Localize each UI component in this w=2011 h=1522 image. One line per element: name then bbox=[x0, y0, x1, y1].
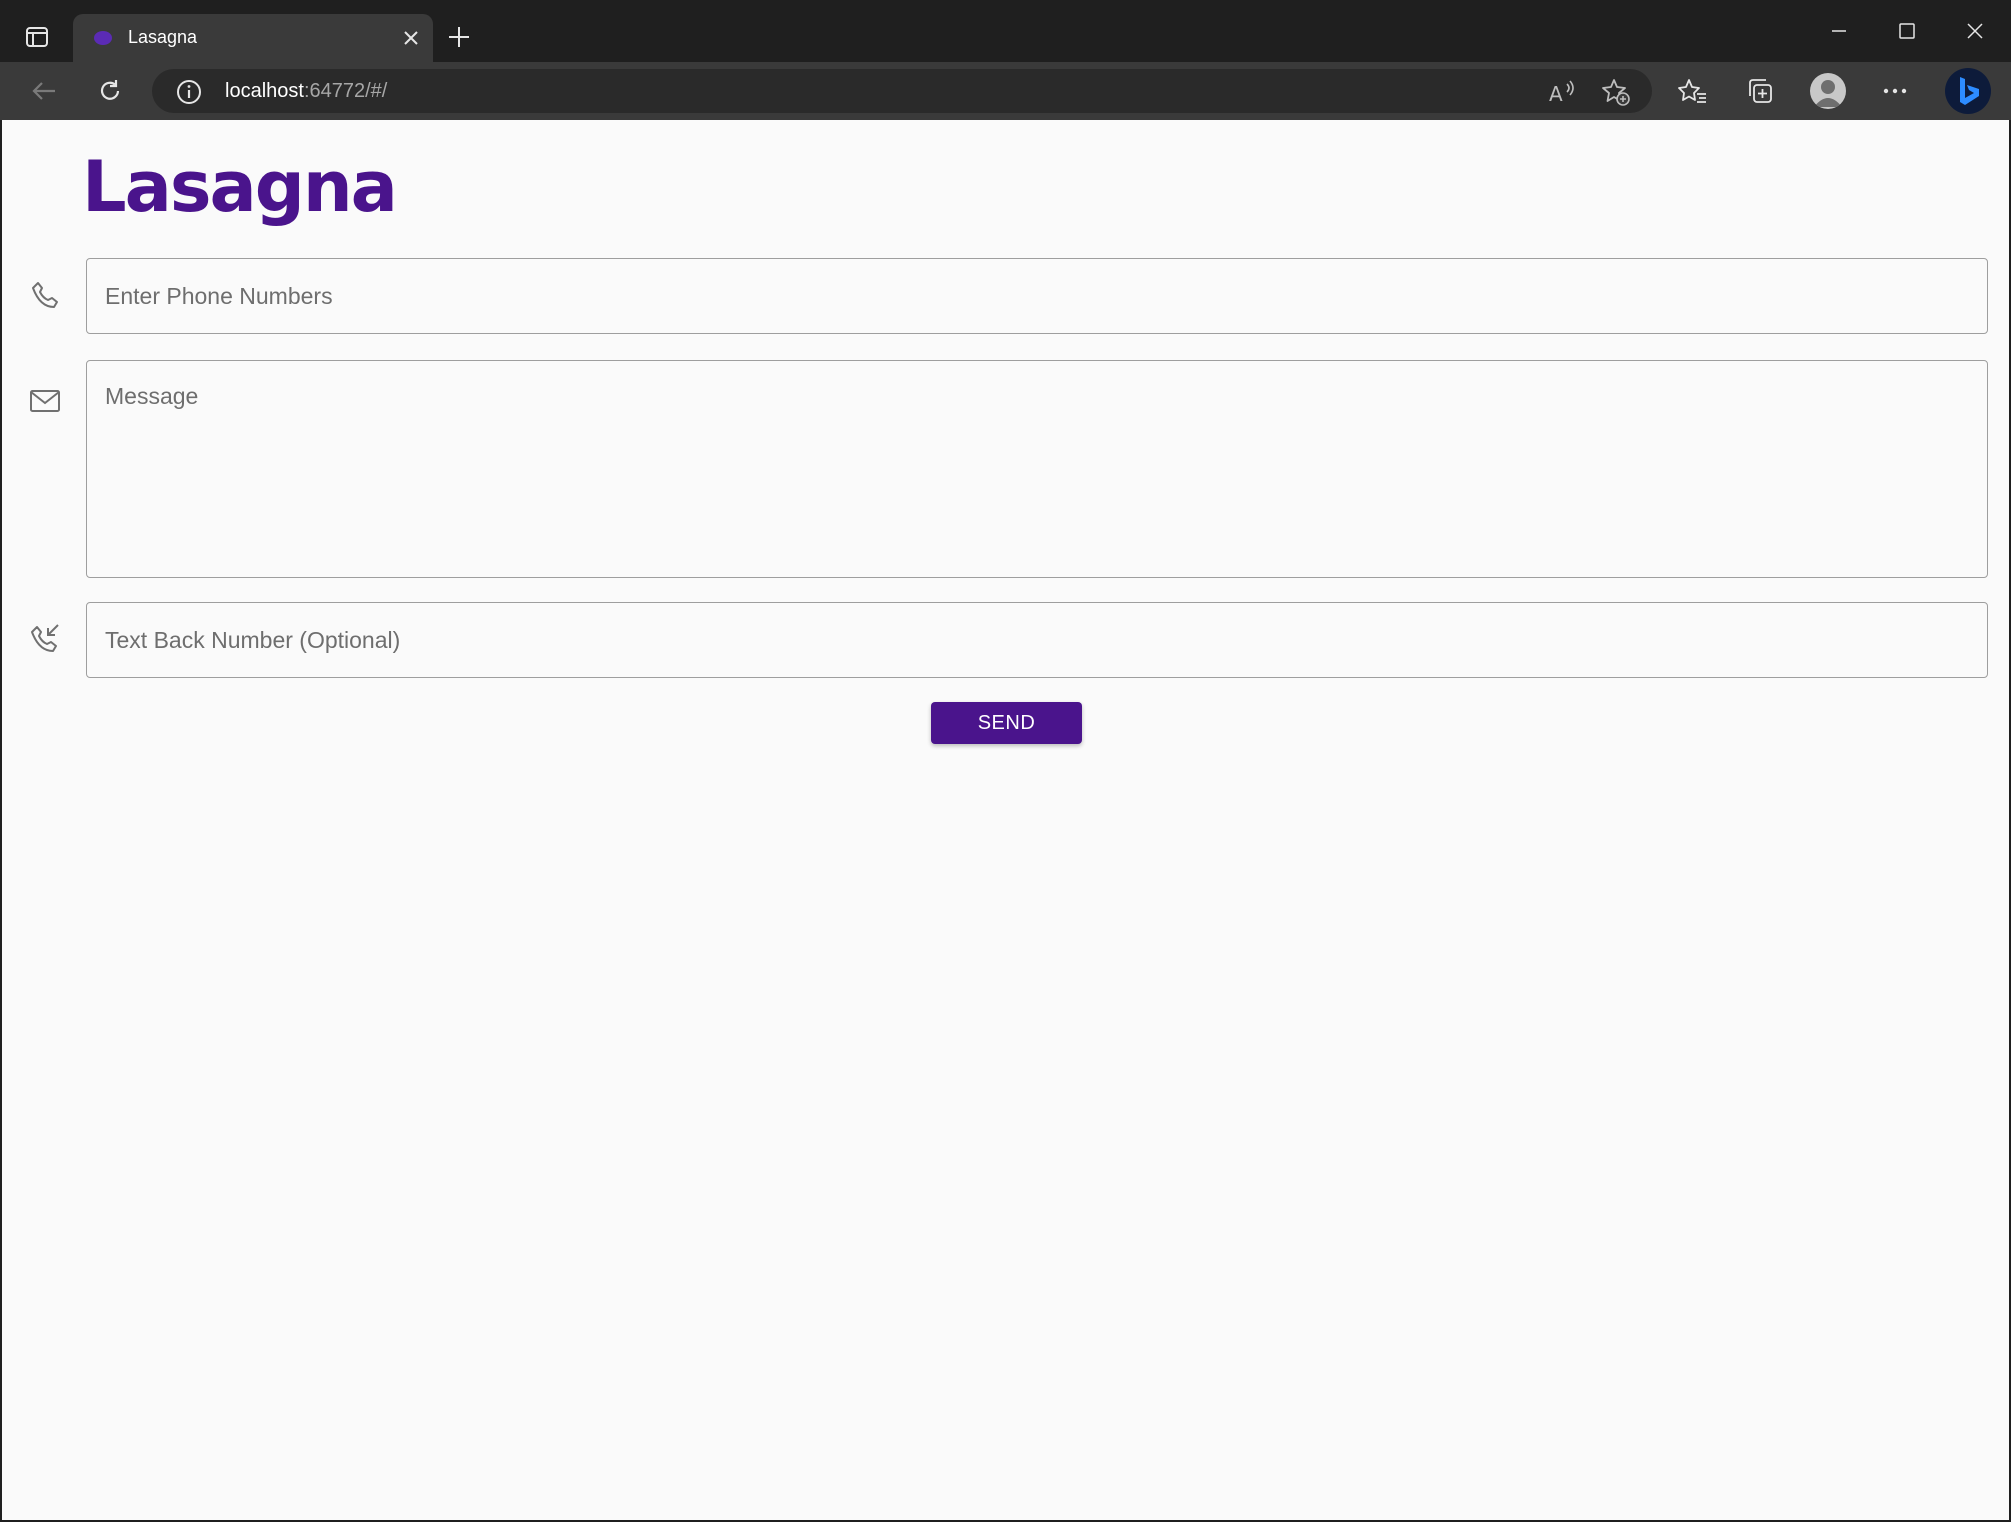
svg-text:A: A bbox=[1549, 82, 1563, 105]
tab-actions-icon[interactable] bbox=[20, 22, 54, 52]
text-back-number-input[interactable] bbox=[87, 603, 1987, 677]
read-aloud-icon[interactable]: A bbox=[1546, 77, 1576, 107]
bing-copilot-icon[interactable] bbox=[1945, 68, 1991, 114]
phone-icon bbox=[26, 276, 64, 314]
browser-toolbar: localhost:64772/#/ A bbox=[0, 62, 2011, 120]
mail-icon bbox=[26, 382, 64, 420]
collections-icon[interactable] bbox=[1743, 74, 1777, 108]
site-info-icon[interactable] bbox=[176, 79, 202, 105]
phone-incoming-icon bbox=[26, 619, 64, 657]
new-tab-icon[interactable] bbox=[444, 22, 474, 52]
maximize-icon[interactable] bbox=[1890, 16, 1924, 46]
url-text[interactable]: localhost:64772/#/ bbox=[225, 80, 387, 103]
address-bar[interactable]: localhost:64772/#/ A bbox=[152, 69, 1652, 113]
text-back-number-field[interactable] bbox=[86, 602, 1988, 678]
close-tab-icon[interactable] bbox=[399, 26, 423, 50]
refresh-icon[interactable] bbox=[92, 73, 128, 109]
page-content: Lasagna SEND bbox=[2, 120, 2009, 1520]
phone-numbers-field[interactable] bbox=[86, 258, 1988, 334]
more-options-icon[interactable] bbox=[1878, 74, 1912, 108]
browser-titlebar: Lasagna bbox=[0, 0, 2011, 62]
tab-title: Lasagna bbox=[128, 27, 198, 47]
message-field[interactable] bbox=[86, 360, 1988, 578]
favicon-icon bbox=[93, 29, 113, 47]
back-icon[interactable] bbox=[26, 73, 62, 109]
browser-tab[interactable]: Lasagna bbox=[73, 14, 433, 62]
message-textarea[interactable] bbox=[87, 361, 1987, 577]
phone-numbers-input[interactable] bbox=[87, 259, 1987, 333]
profile-avatar[interactable] bbox=[1810, 73, 1846, 109]
minimize-icon[interactable] bbox=[1822, 16, 1856, 46]
send-button[interactable]: SEND bbox=[931, 702, 1082, 744]
app-logo: Lasagna bbox=[82, 146, 398, 228]
add-favorite-icon[interactable] bbox=[1601, 77, 1631, 107]
favorites-icon[interactable] bbox=[1676, 74, 1710, 108]
close-window-icon[interactable] bbox=[1958, 16, 1992, 46]
